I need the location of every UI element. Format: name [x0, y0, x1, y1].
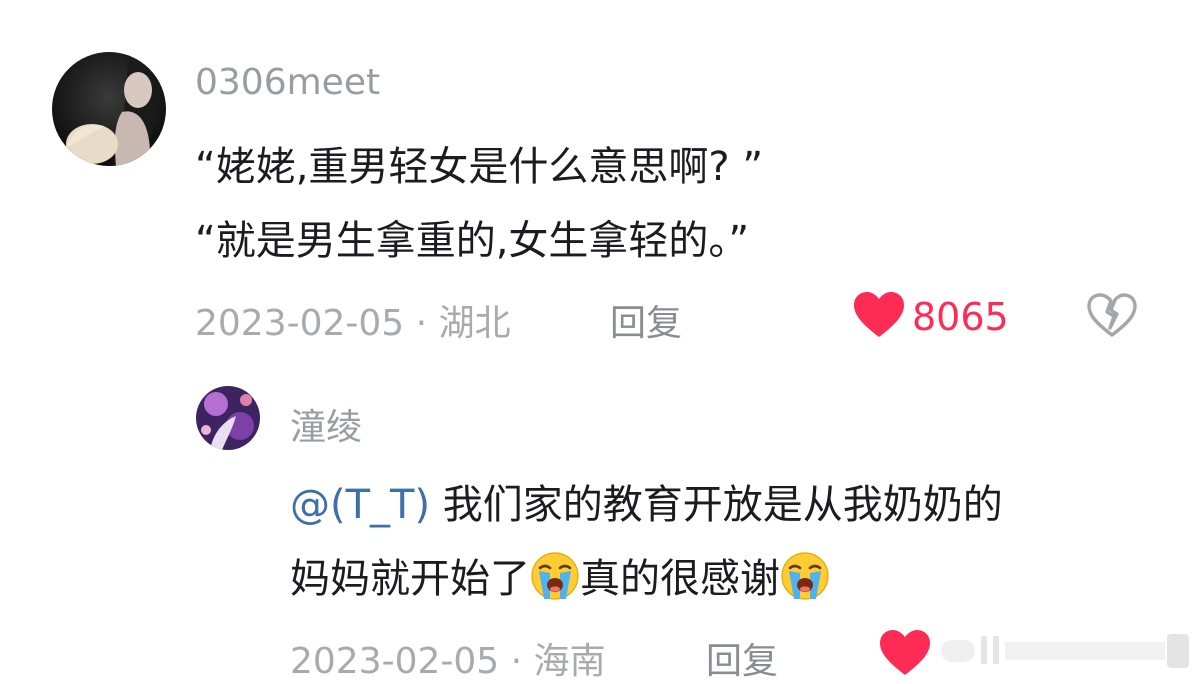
heart-filled-icon: [852, 291, 906, 343]
watermark-logo-icon: [941, 634, 1189, 668]
like-button[interactable]: 8065: [852, 292, 1009, 342]
mention-link[interactable]: @(T_T): [290, 482, 430, 528]
reply-text: 妈妈就开始了: [290, 556, 530, 602]
reply-text-line-1: @(T_T) 我们家的教育开放是从我奶奶的: [290, 472, 1003, 530]
reply-text-line-2: 妈妈就开始了 真的很感谢: [290, 546, 830, 611]
avatar[interactable]: [52, 52, 166, 166]
comment-text-line-2: “就是男生拿重的,女生拿轻的。”: [195, 218, 750, 264]
like-count: 8065: [912, 295, 1009, 339]
comment-location: 海南: [533, 641, 606, 682]
like-button[interactable]: [878, 630, 932, 680]
comment-location: 湖北: [438, 303, 511, 344]
meta-separator: ·: [510, 641, 534, 682]
heart-filled-icon: [878, 629, 932, 681]
reply-meta: 2023-02-05 · 海南: [290, 632, 606, 684]
comment-text-line-1: “姥姥,重男轻女是什么意思啊? ”: [195, 144, 764, 190]
comment-item: 0306meet “姥姥,重男轻女是什么意思啊? ” “就是男生拿重的,女生拿轻…: [0, 0, 1199, 360]
comment-meta: 2023-02-05 · 湖北: [195, 294, 511, 346]
dislike-button[interactable]: [1086, 292, 1138, 342]
username[interactable]: 潼绫: [290, 398, 362, 450]
meta-separator: ·: [415, 303, 439, 344]
reply-button[interactable]: 回复: [610, 294, 682, 346]
comment-date: 2023-02-05: [195, 303, 405, 344]
loudly-crying-face-icon: [780, 551, 830, 611]
broken-heart-icon: [1086, 293, 1138, 342]
loudly-crying-face-icon: [530, 551, 580, 611]
username[interactable]: 0306meet: [195, 62, 380, 103]
reply-text: 真的很感谢: [580, 556, 780, 602]
watermark: [941, 630, 1191, 670]
comment-date: 2023-02-05: [290, 641, 500, 682]
reply-button[interactable]: 回复: [706, 632, 778, 684]
reply-text: 我们家的教育开放是从我奶奶的: [430, 482, 1003, 528]
avatar[interactable]: [196, 386, 260, 450]
